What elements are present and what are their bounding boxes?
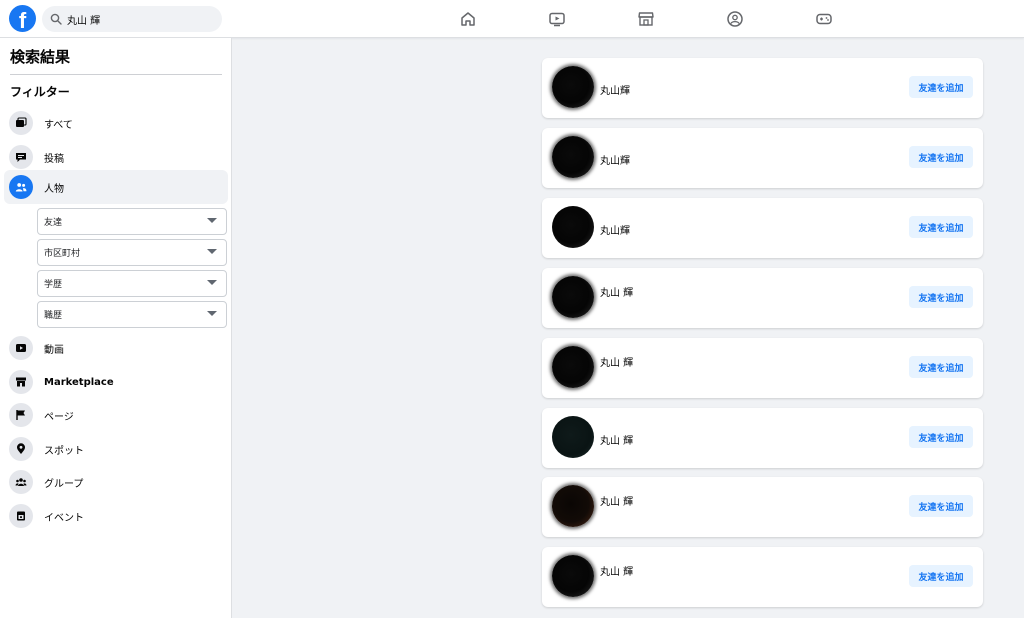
person-result-card[interactable]: 丸山 輝 友達を追加 <box>542 268 983 328</box>
sidebar-item-pages[interactable]: ページ <box>4 398 228 432</box>
gaming-icon[interactable] <box>815 10 833 28</box>
add-friend-button[interactable]: 友達を追加 <box>909 76 973 98</box>
sidebar-item-people[interactable]: 人物 <box>4 170 228 204</box>
person-name[interactable]: 丸山輝 <box>600 82 630 97</box>
sidebar-item-all[interactable]: すべて <box>4 106 228 140</box>
search-filters-sidebar: 検索結果 フィルター すべて 投稿 人物 友達 市区町村 学歴 職歴 動画 Ma… <box>0 38 232 618</box>
friends-filter-label: 友達 <box>44 218 63 228</box>
person-result-card[interactable]: 丸山輝 友達を追加 <box>542 198 983 258</box>
facebook-logo[interactable]: f <box>9 5 36 32</box>
work-filter-select[interactable]: 職歴 <box>37 301 227 328</box>
all-icon <box>9 111 33 135</box>
person-result-card[interactable]: 丸山 輝 友達を追加 <box>542 547 983 607</box>
home-icon[interactable] <box>459 10 477 28</box>
person-name[interactable]: 丸山 輝 <box>600 563 633 578</box>
event-icon <box>9 504 33 528</box>
search-icon <box>50 13 62 25</box>
avatar[interactable] <box>552 346 594 388</box>
add-friend-button[interactable]: 友達を追加 <box>909 286 973 308</box>
sidebar-item-label: グループ <box>44 478 84 490</box>
sidebar-item-label: 投稿 <box>44 153 64 165</box>
friends-filter-select[interactable]: 友達 <box>37 208 227 235</box>
groups-icon <box>9 470 33 494</box>
person-name[interactable]: 丸山輝 <box>600 152 630 167</box>
marketplace-icon <box>9 370 33 394</box>
page-title: 検索結果 <box>10 48 71 66</box>
divider <box>10 74 222 75</box>
flag-icon <box>9 403 33 427</box>
add-friend-button[interactable]: 友達を追加 <box>909 565 973 587</box>
avatar[interactable] <box>552 416 594 458</box>
avatar[interactable] <box>552 485 594 527</box>
city-filter-select[interactable]: 市区町村 <box>37 239 227 266</box>
person-result-card[interactable]: 丸山 輝 友達を追加 <box>542 477 983 537</box>
city-filter-label: 市区町村 <box>44 249 81 259</box>
person-result-card[interactable]: 丸山輝 友達を追加 <box>542 128 983 188</box>
location-icon <box>9 437 33 461</box>
person-result-card[interactable]: 丸山 輝 友達を追加 <box>542 338 983 398</box>
sidebar-item-events[interactable]: イベント <box>4 499 228 533</box>
work-filter-label: 職歴 <box>44 311 63 321</box>
chevron-down-icon <box>207 311 217 316</box>
person-name[interactable]: 丸山 輝 <box>600 284 633 299</box>
add-friend-button[interactable]: 友達を追加 <box>909 356 973 378</box>
groups-icon[interactable] <box>726 10 744 28</box>
sidebar-item-posts[interactable]: 投稿 <box>4 140 228 174</box>
avatar[interactable] <box>552 276 594 318</box>
video-icon[interactable] <box>548 10 566 28</box>
education-filter-select[interactable]: 学歴 <box>37 270 227 297</box>
person-result-card[interactable]: 丸山 輝 友達を追加 <box>542 408 983 468</box>
avatar[interactable] <box>552 136 594 178</box>
top-navigation-bar: f <box>0 0 1024 38</box>
sidebar-item-marketplace[interactable]: Marketplace <box>4 365 228 399</box>
chevron-down-icon <box>207 249 217 254</box>
sidebar-item-videos[interactable]: 動画 <box>4 331 228 365</box>
sidebar-item-places[interactable]: スポット <box>4 432 228 466</box>
filter-heading: フィルター <box>10 85 70 99</box>
sidebar-item-label: 人物 <box>44 183 64 195</box>
sidebar-item-label: イベント <box>44 512 84 524</box>
person-name[interactable]: 丸山 輝 <box>600 354 633 369</box>
search-input[interactable] <box>67 13 217 25</box>
sidebar-item-label: ページ <box>44 411 74 423</box>
sidebar-item-label: すべて <box>44 119 73 131</box>
people-icon <box>9 175 33 199</box>
add-friend-button[interactable]: 友達を追加 <box>909 146 973 168</box>
add-friend-button[interactable]: 友達を追加 <box>909 216 973 238</box>
person-name[interactable]: 丸山 輝 <box>600 432 633 447</box>
add-friend-button[interactable]: 友達を追加 <box>909 495 973 517</box>
avatar[interactable] <box>552 66 594 108</box>
chevron-down-icon <box>207 280 217 285</box>
add-friend-button[interactable]: 友達を追加 <box>909 426 973 448</box>
marketplace-icon[interactable] <box>637 10 655 28</box>
sidebar-item-label: 動画 <box>44 344 64 356</box>
posts-icon <box>9 145 33 169</box>
chevron-down-icon <box>207 218 217 223</box>
avatar[interactable] <box>552 206 594 248</box>
search-box[interactable] <box>42 6 222 32</box>
sidebar-item-label: Marketplace <box>44 376 114 388</box>
person-result-card[interactable]: 丸山輝 友達を追加 <box>542 58 983 118</box>
education-filter-label: 学歴 <box>44 280 63 290</box>
person-name[interactable]: 丸山輝 <box>600 222 630 237</box>
avatar[interactable] <box>552 555 594 597</box>
sidebar-item-groups[interactable]: グループ <box>4 465 228 499</box>
sidebar-item-label: スポット <box>44 445 84 457</box>
person-name[interactable]: 丸山 輝 <box>600 493 633 508</box>
video-icon <box>9 336 33 360</box>
